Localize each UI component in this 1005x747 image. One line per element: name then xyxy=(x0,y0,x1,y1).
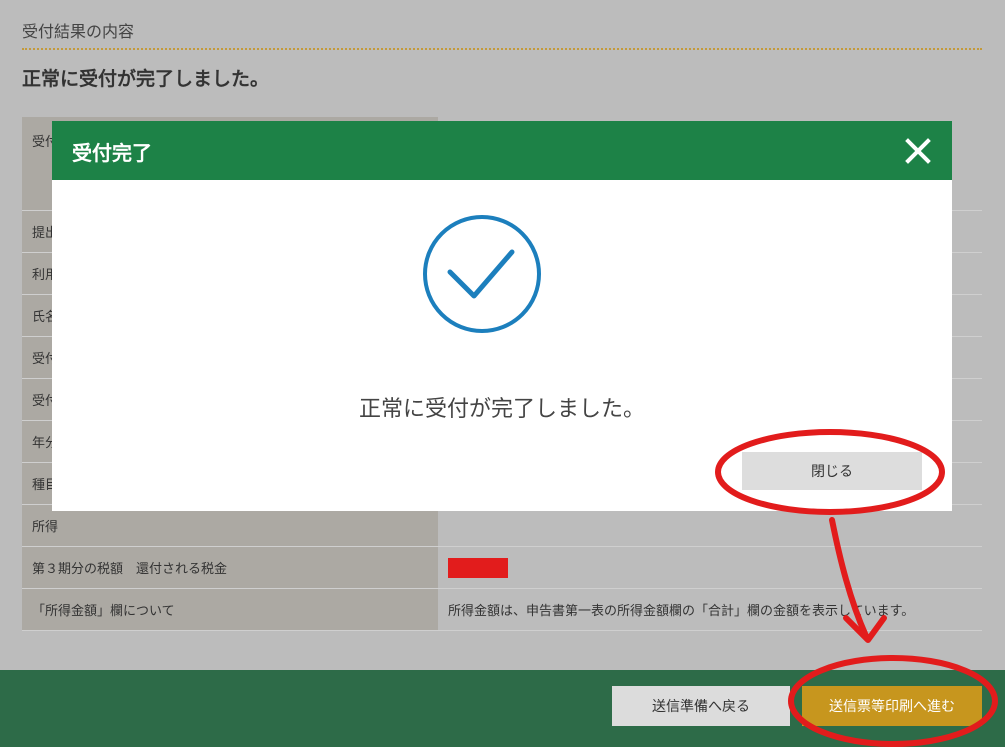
row-label: 「所得金額」欄について xyxy=(22,588,438,631)
table-row: 第３期分の税額 還付される税金 xyxy=(22,546,982,589)
section-label: 受付結果の内容 xyxy=(22,22,135,41)
dialog-message: 正常に受付が完了しました。 xyxy=(358,397,645,422)
row-value: 所得金額は、申告書第一表の所得金額欄の「合計」欄の金額を表示しています。 xyxy=(438,588,982,631)
close-icon[interactable] xyxy=(904,137,932,165)
dialog-title: 受付完了 xyxy=(72,141,152,165)
close-button[interactable]: 閉じる xyxy=(742,452,922,490)
row-value xyxy=(438,546,982,589)
completion-dialog: 受付完了 正常に受付が完了しました。 閉じる xyxy=(52,121,952,511)
redaction-mark xyxy=(448,557,508,578)
row-label: 第３期分の税額 還付される税金 xyxy=(22,546,438,589)
back-to-send-prep-button[interactable]: 送信準備へ戻る xyxy=(612,686,790,726)
proceed-to-print-button[interactable]: 送信票等印刷へ進む xyxy=(802,686,982,726)
page-heading: 正常に受付が完了しました。 xyxy=(22,68,270,90)
dialog-header: 受付完了 xyxy=(52,121,952,180)
divider xyxy=(22,48,982,50)
check-circle-icon xyxy=(423,215,541,333)
table-row: 「所得金額」欄について 所得金額は、申告書第一表の所得金額欄の「合計」欄の金額を… xyxy=(22,588,982,631)
